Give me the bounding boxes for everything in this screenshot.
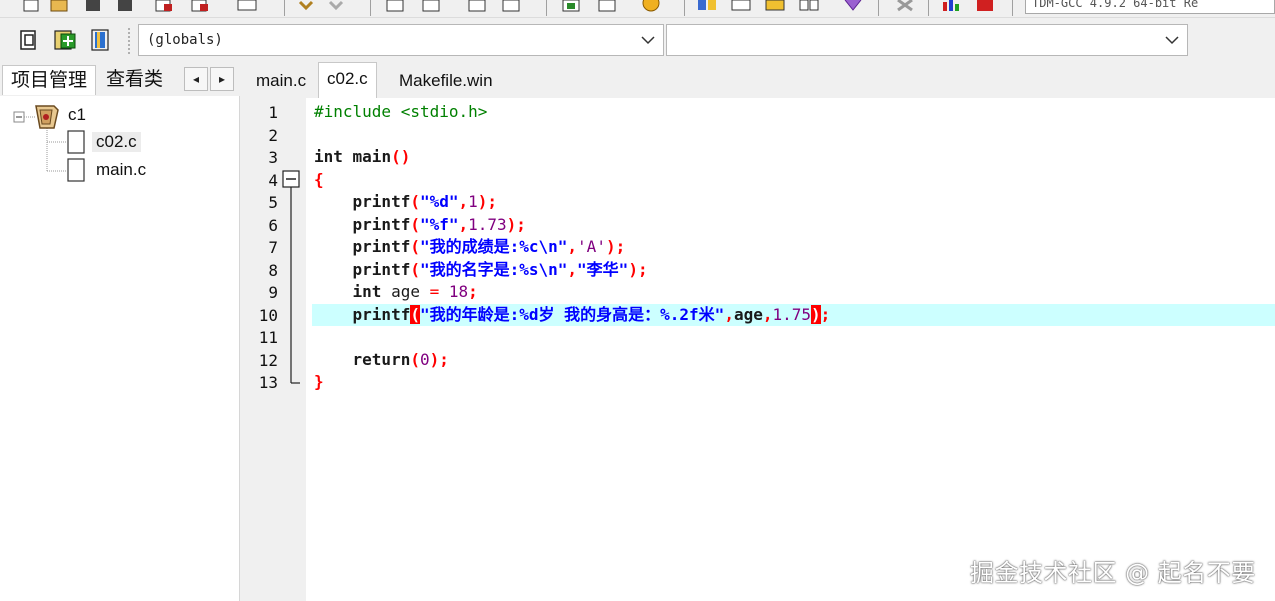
debug-icon[interactable] xyxy=(640,0,662,12)
tab-class-browser[interactable]: 查看类 xyxy=(98,65,171,95)
add-file-icon[interactable] xyxy=(52,28,76,52)
line-number: 13 xyxy=(258,373,278,392)
scope-combo-value: (globals) xyxy=(147,32,223,48)
secondary-toolbar: (globals) xyxy=(0,20,1275,60)
code-line-3: int main() xyxy=(314,147,411,166)
line-number: 6 xyxy=(268,216,278,235)
chevron-down-icon xyxy=(1165,36,1179,45)
code-line-13: } xyxy=(314,372,324,391)
chart-icon[interactable] xyxy=(764,0,786,12)
save-all-icon[interactable] xyxy=(112,0,134,12)
chevron-down-icon xyxy=(641,36,655,45)
code-line-8: printf("我的名字是:%s\n","李华"); xyxy=(314,260,648,279)
compiler-select[interactable]: TDM-GCC 4.9.2 64-bit Re xyxy=(1025,0,1275,14)
code-line-1: #include <stdio.h> xyxy=(314,102,488,121)
tree-file-main[interactable]: main.c xyxy=(96,160,146,180)
save-icon[interactable] xyxy=(82,0,104,12)
code-line-4: { xyxy=(314,170,324,189)
tree-file-c02[interactable]: c02.c xyxy=(92,132,141,152)
fold-margin xyxy=(282,170,300,384)
c-file-icon xyxy=(67,130,85,154)
tab-scroll-left-button[interactable]: ◂ xyxy=(184,67,208,91)
line-number: 9 xyxy=(268,283,278,302)
tab-makefile[interactable]: Makefile.win xyxy=(391,65,501,98)
line-number: 3 xyxy=(268,148,278,167)
arrow-right-icon: ▸ xyxy=(218,72,226,86)
editor-tabs: main.c c02.c Makefile.win xyxy=(246,62,1275,98)
tab-main-c[interactable]: main.c xyxy=(248,65,314,98)
c-file-icon xyxy=(67,158,85,182)
line-number: 2 xyxy=(268,126,278,145)
redo-icon[interactable] xyxy=(326,0,348,12)
profile-icon[interactable] xyxy=(798,0,820,12)
project-icon xyxy=(35,105,59,129)
code-line-5: printf("%d",1); xyxy=(314,192,498,211)
print-icon[interactable] xyxy=(236,0,258,12)
compile-icon[interactable] xyxy=(500,0,522,12)
line-number: 10 xyxy=(258,306,278,325)
new-file-icon[interactable] xyxy=(20,0,42,12)
project-panel: 项目管理 查看类 ◂ ▸ c1 c02.c main.c xyxy=(0,62,240,601)
arrow-left-icon: ◂ xyxy=(192,72,200,86)
code-line-12: return(0); xyxy=(314,350,449,369)
grid-icon[interactable] xyxy=(730,0,752,12)
open-icon[interactable] xyxy=(48,0,70,12)
code-editor[interactable] xyxy=(306,98,1275,601)
scope-combo[interactable]: (globals) xyxy=(138,24,664,56)
close-all-icon[interactable] xyxy=(188,0,210,12)
stop-icon[interactable] xyxy=(894,0,916,12)
compile-run-icon[interactable] xyxy=(596,0,618,12)
code-line-10: printf("我的年龄是:%d岁 我的身高是：%.2f米",age,1.75)… xyxy=(314,305,831,324)
line-number: 5 xyxy=(268,193,278,212)
line-number: 8 xyxy=(268,261,278,280)
check-icon[interactable] xyxy=(842,0,864,12)
project-panel-tabs: 项目管理 查看类 ◂ ▸ xyxy=(0,62,240,96)
goto-icon[interactable] xyxy=(466,0,488,12)
tab-project-manager[interactable]: 项目管理 xyxy=(2,65,97,95)
code-line-7: printf("我的成绩是:%c\n",'A'); xyxy=(314,237,626,256)
line-number: 4 xyxy=(268,171,278,190)
bar-chart-icon[interactable] xyxy=(940,0,962,12)
windows-icon[interactable] xyxy=(696,0,718,12)
line-number: 11 xyxy=(258,328,278,347)
replace-icon[interactable] xyxy=(420,0,442,12)
code-line-6: printf("%f",1.73); xyxy=(314,215,526,234)
line-number: 12 xyxy=(258,351,278,370)
code-line-9: int age = 18; xyxy=(314,282,478,301)
watermark: 掘金技术社区 @ 起名不要 xyxy=(970,559,1256,587)
new-project-icon[interactable] xyxy=(16,28,40,52)
tree-project-c1[interactable]: c1 xyxy=(68,105,86,125)
line-number: 1 xyxy=(268,103,278,122)
tab-c02-c[interactable]: c02.c xyxy=(318,62,377,98)
delete-profile-icon[interactable] xyxy=(974,0,996,12)
remove-file-icon[interactable] xyxy=(88,28,112,52)
find-icon[interactable] xyxy=(384,0,406,12)
run-icon[interactable] xyxy=(560,0,582,12)
close-icon[interactable] xyxy=(152,0,174,12)
main-toolbar: TDM-GCC 4.9.2 64-bit Re xyxy=(0,0,1275,18)
undo-icon[interactable] xyxy=(296,0,318,12)
tab-scroll-right-button[interactable]: ▸ xyxy=(210,67,234,91)
function-combo[interactable] xyxy=(666,24,1188,56)
project-tree: c1 c02.c main.c xyxy=(0,96,239,601)
line-number: 7 xyxy=(268,238,278,257)
